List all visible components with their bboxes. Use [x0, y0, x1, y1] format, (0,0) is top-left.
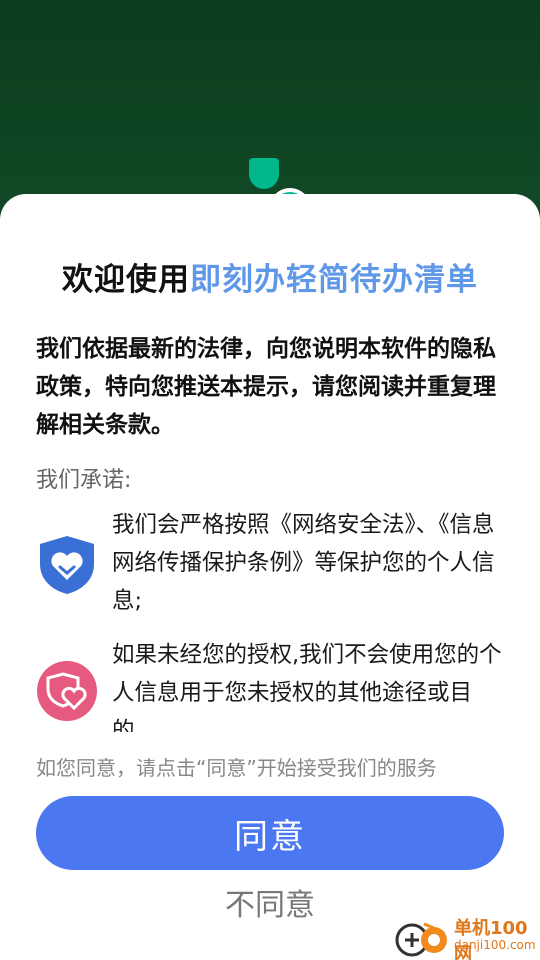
watermark: 单机100网 danji100.com	[388, 912, 540, 960]
dialog-title: 欢迎使用即刻办轻简待办清单	[0, 254, 540, 299]
watermark-url: danji100.com	[454, 938, 536, 952]
consent-text: 如您同意，请点击“同意”开始接受我们的服务	[36, 756, 437, 780]
heart-shield-icon	[37, 661, 97, 721]
title-prefix: 欢迎使用	[62, 262, 190, 298]
shield-heart-icon	[40, 536, 94, 594]
promise-label: 我们承诺:	[36, 468, 132, 493]
list-item-text: 如果未经您的授权,我们不会使用您的个人信息用于您未授权的其他途径或目的。	[112, 642, 502, 732]
watermark-title: 单机100网	[454, 918, 528, 960]
list-item-text: 我们会严格按照《网络安全法》、《信息网络传播保护条例》等保护您的个人信息;	[112, 512, 495, 614]
disagree-button[interactable]: 不同意	[170, 884, 370, 928]
agree-button[interactable]: 同意	[36, 796, 504, 870]
title-app-name: 即刻办轻简待办清单	[190, 262, 478, 298]
intro-text: 我们依据最新的法律，向您说明本软件的隐私政策，特向您推送本提示，请您阅读并重复理…	[36, 336, 496, 438]
promise-list[interactable]: 我们会严格按照《网络安全法》、《信息网络传播保护条例》等保护您的个人信息; 如果…	[0, 504, 540, 732]
watermark-logo-icon	[395, 922, 447, 957]
